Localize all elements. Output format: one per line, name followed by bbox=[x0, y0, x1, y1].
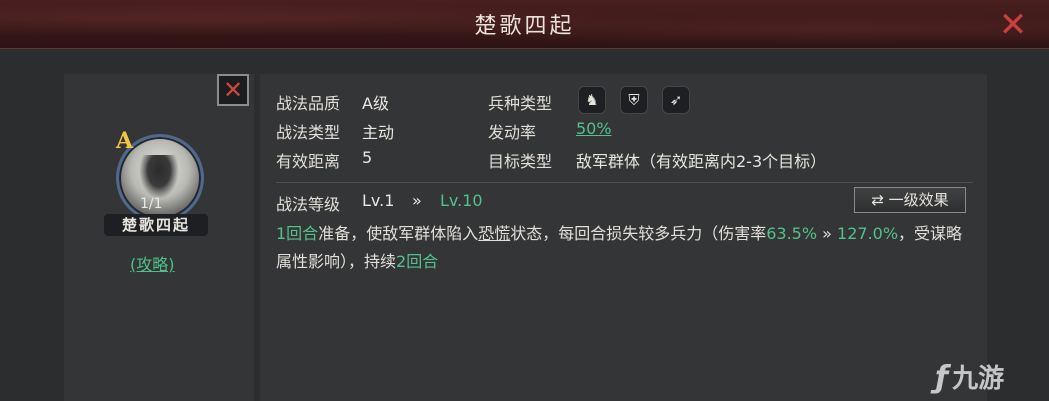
desc-status-link[interactable]: 恐慌 bbox=[478, 224, 510, 243]
watermark: ƒ 九游 bbox=[935, 358, 1004, 395]
desc-damage-min: 63.5% bbox=[766, 224, 818, 243]
desc-arrow: » bbox=[817, 224, 838, 243]
trigger-rate-label: 发动率 bbox=[488, 123, 537, 142]
cavalry-icon: ♞ bbox=[578, 86, 606, 114]
swap-icon: ⇄ bbox=[871, 191, 884, 209]
desc-text-2: 状态，每回合损失较多兵力（伤害率 bbox=[510, 224, 767, 243]
trigger-rate-value: 50% bbox=[576, 119, 612, 138]
level-from: Lv.1 bbox=[362, 191, 395, 210]
quality-label: 战法品质 bbox=[276, 94, 341, 113]
target-type-value: 敌军群体（有效距离内2-3个目标） bbox=[576, 152, 827, 171]
type-label: 战法类型 bbox=[276, 123, 341, 142]
troop-type-label: 兵种类型 bbox=[488, 94, 553, 113]
range-value: 5 bbox=[362, 148, 373, 167]
shield-icon: ⛨ bbox=[620, 86, 648, 114]
type-value: 主动 bbox=[362, 123, 395, 142]
bow-icon: ➶ bbox=[662, 86, 690, 114]
panel-close-button[interactable]: ✕ bbox=[217, 74, 249, 106]
skill-level-label: 战法等级 bbox=[276, 195, 341, 214]
effect-level-button[interactable]: ⇄ 一级效果 bbox=[854, 187, 966, 213]
skill-name-plate: 楚歌四起 bbox=[104, 214, 208, 236]
warrior-figure-icon bbox=[139, 155, 179, 199]
skill-description: 1回合准备，使敌军群体陷入恐慌状态，每回合损失较多兵力（伤害率63.5% » 1… bbox=[276, 220, 976, 276]
level-to: Lv.10 bbox=[440, 191, 483, 210]
grade-badge: A bbox=[116, 128, 134, 154]
skill-card-panel bbox=[64, 74, 254, 401]
desc-damage-max: 127.0% bbox=[837, 224, 899, 243]
close-icon[interactable]: ✕ bbox=[995, 8, 1031, 42]
strategy-link[interactable]: (攻略) bbox=[130, 251, 175, 275]
desc-prep-turns: 1回合 bbox=[276, 224, 319, 243]
desc-duration: 2回合 bbox=[396, 252, 439, 271]
range-label: 有效距离 bbox=[276, 152, 341, 171]
page-title: 楚歌四起 bbox=[474, 14, 575, 39]
desc-text-1: 准备，使敌军群体陷入 bbox=[318, 224, 479, 243]
skill-count: 1/1 bbox=[140, 196, 163, 212]
target-type-label: 目标类型 bbox=[488, 152, 553, 171]
effect-level-label: 一级效果 bbox=[888, 191, 949, 209]
quality-value: A级 bbox=[362, 94, 389, 113]
level-arrow: » bbox=[412, 191, 422, 210]
divider bbox=[276, 182, 973, 183]
watermark-text: 九游 bbox=[952, 364, 1005, 394]
watermark-logo-icon: ƒ bbox=[935, 360, 949, 395]
